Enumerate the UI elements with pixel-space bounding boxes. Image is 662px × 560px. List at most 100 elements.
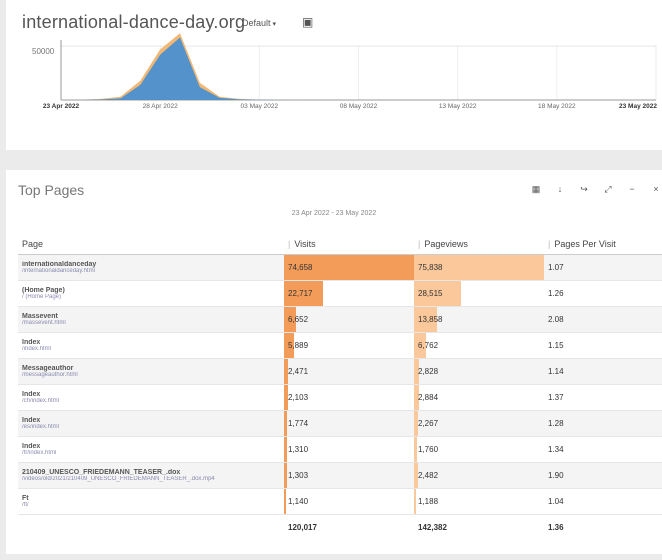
table-row[interactable]: Index/fr/index.html 1,310 1,760 1.34 [18,436,662,463]
page-cell[interactable]: Index/index.html [18,332,284,359]
pageviews-value: 2,267 [418,419,439,428]
page-cell[interactable]: internationaldanceday/internationaldance… [18,254,284,281]
page-name: Ft [22,495,29,502]
page-cell[interactable]: Index/ch/index.html [18,384,284,411]
visits-cell: 74,658 [284,254,414,281]
expand-icon[interactable]: ⤢ [602,184,614,195]
visits-cell: 1,774 [284,410,414,437]
x-tick-label: 08 May 2022 [339,103,378,110]
page-cell[interactable]: 210409_UNESCO_FRIEDEMANN_TEASER_.dox/vid… [18,462,284,489]
visits-value: 6,652 [288,315,309,324]
ppv-value: 1.15 [548,341,564,350]
page-name: Massevent [22,313,58,320]
table-row[interactable]: Massevent/massevent.html 6,652 13,858 2.08 [18,306,662,333]
pageviews-cell: 1,188 [414,488,544,515]
table-row[interactable]: Messageauthor/messageauthor.html 2,471 2,8… [18,358,662,385]
ppv-cell: 2.08 [544,306,662,333]
total-ppv: 1.36 [548,522,564,532]
column-header-page[interactable]: Page [18,234,284,255]
date-range: 23 Apr 2022 - 23 May 2022 [291,210,377,217]
visits-cell: 22,717 [284,280,414,307]
page-name: Messageauthor [22,365,74,372]
page-path: /internationaldanceday.html [22,268,95,274]
x-tick-label: 23 May 2022 [619,103,657,110]
page-name: (Home Page) [22,287,65,294]
visits-value: 2,103 [288,393,309,402]
page-path: /ch/index.html [22,398,60,404]
pageviews-value: 1,188 [418,497,439,506]
page-path: / (Home Page) [22,294,62,300]
visits-cell: 1,140 [284,488,414,515]
visits-value: 22,717 [288,289,313,298]
evolution-panel: international-dance-day.org Default ▾ ▣ 5… [6,0,662,150]
page-cell[interactable]: Massevent/massevent.html [18,306,284,333]
visits-evolution-chart [60,33,657,101]
ppv-value: 1.14 [548,367,564,376]
x-tick-label: 28 Apr 2022 [142,103,178,110]
ppv-cell: 1.04 [544,488,662,515]
visits-bar [284,463,287,488]
page-path: /es/index.html [22,424,60,430]
column-header-pageviews[interactable]: | Pageviews [414,234,544,255]
ppv-value: 1.37 [548,393,564,402]
visits-cell: 2,471 [284,358,414,385]
visits-value: 1,303 [288,471,309,480]
visits-bar [284,437,287,462]
export-icon[interactable]: ▦ [530,184,542,195]
ppv-cell: 1.28 [544,410,662,437]
visits-cell: 1,303 [284,462,414,489]
page-path: /ft/ [22,502,29,508]
pageviews-value: 13,858 [418,315,443,324]
page-cell[interactable]: (Home Page) / (Home Page) [18,280,284,307]
visits-bar [284,411,287,436]
page-name: Index [22,391,41,398]
page-name: Index [22,443,41,450]
pageviews-value: 75,838 [418,263,443,272]
ppv-cell: 1.37 [544,384,662,411]
ppv-cell: 1.90 [544,462,662,489]
pageviews-cell: 2,267 [414,410,544,437]
page-name: internationaldanceday [22,261,97,268]
table-row[interactable]: (Home Page) / (Home Page) 22,717 28,515 1.26 [18,280,662,307]
visits-value: 1,310 [288,445,309,454]
visits-bar [284,489,286,514]
pageviews-value: 1,760 [418,445,439,454]
table-row[interactable]: 210409_UNESCO_FRIEDEMANN_TEASER_.dox/vid… [18,462,662,489]
table-row[interactable]: internationaldanceday/internationaldance… [18,254,662,281]
visits-cell: 1,310 [284,436,414,463]
pageviews-bar [414,437,417,462]
visits-cell: 6,652 [284,306,414,333]
table-row[interactable]: Index/es/index.html 1,774 2,267 1.28 [18,410,662,437]
download-icon[interactable]: ↓ [554,184,566,195]
report-toolbar: ▦ ↓ ↪ ⤢ − × [530,184,662,195]
pageviews-cell: 2,884 [414,384,544,411]
column-header-visits[interactable]: | Visits [284,234,414,255]
top-pages-table: Page | Visits | Pageviews | Pages Per Visit… [18,234,662,539]
page-cell[interactable]: Index/es/index.html [18,410,284,437]
pageviews-value: 2,482 [418,471,439,480]
close-icon[interactable]: × [650,184,662,195]
visits-value: 1,140 [288,497,309,506]
pageviews-cell: 1,760 [414,436,544,463]
pageviews-cell: 28,515 [414,280,544,307]
pageviews-value: 2,828 [418,367,439,376]
page-cell[interactable]: Index/fr/index.html [18,436,284,463]
visits-cell: 5,889 [284,332,414,359]
table-row[interactable]: Index/ch/index.html 2,103 2,884 1.37 [18,384,662,411]
pageviews-bar [414,489,416,514]
page-path: /videos/old/2021/210409_UNESCO_FRIEDEMAN… [22,476,215,482]
share-icon[interactable]: ↪ [578,184,590,195]
table-row[interactable]: Ft/ft/1,140 1,188 1.04 [18,488,662,515]
ppv-value: 1.90 [548,471,564,480]
column-header-pages-per-visit[interactable]: | Pages Per Visit [544,234,662,255]
ppv-value: 1.34 [548,445,564,454]
total-pageviews: 142,382 [418,522,447,532]
page-cell[interactable]: Ft/ft/ [18,488,284,515]
table-row[interactable]: Index/index.html 5,889 6,762 1.15 [18,332,662,359]
pageviews-value: 2,884 [418,393,439,402]
pageviews-cell: 2,828 [414,358,544,385]
ppv-cell: 1.34 [544,436,662,463]
page-path: /fr/index.html [22,450,57,456]
minimise-icon[interactable]: − [626,184,638,195]
page-cell[interactable]: Messageauthor/messageauthor.html [18,358,284,385]
